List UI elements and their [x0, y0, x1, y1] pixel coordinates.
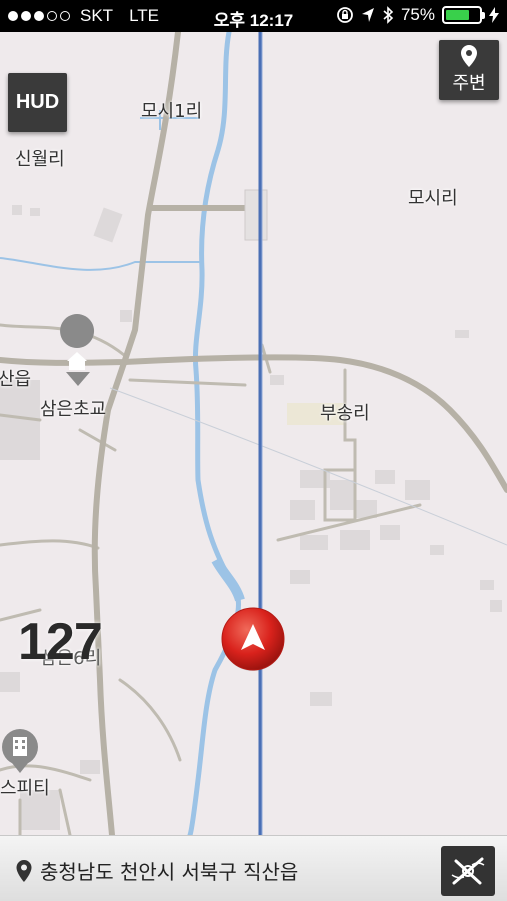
map-view[interactable]: 모시1리 신월리 모시리 산읍 삼은초교 부송리 삼은6리 스피티	[0, 32, 507, 835]
hud-button[interactable]: HUD	[8, 73, 67, 132]
location-arrow-icon	[361, 8, 374, 22]
route-tools-icon	[451, 857, 485, 885]
map-label: 부송리	[320, 403, 370, 424]
battery-icon	[442, 6, 485, 24]
current-address[interactable]: 충청남도 천안시 서북구 직산읍	[16, 856, 298, 885]
status-right: 75%	[336, 5, 499, 25]
map-label: 스피티	[0, 778, 50, 799]
map-label: 모시1리	[141, 101, 203, 122]
map-label: 산읍	[0, 369, 32, 390]
battery-fill	[446, 10, 469, 20]
rotation-lock-icon	[337, 7, 353, 23]
charging-bolt-icon	[489, 7, 499, 23]
nearby-button-label: 주변	[452, 73, 486, 94]
battery-percent: 75%	[400, 5, 435, 24]
map-canvas[interactable]	[0, 32, 507, 835]
map-label: 모시리	[408, 188, 458, 209]
bluetooth-icon	[383, 6, 394, 24]
speed-readout: 127	[18, 613, 103, 671]
map-label: 삼은초교	[40, 399, 107, 420]
route-tools-button[interactable]	[441, 846, 495, 896]
address-text: 충청남도 천안시 서북구 직산읍	[40, 860, 299, 884]
school-icon[interactable]	[60, 314, 95, 386]
map-label: 신월리	[15, 149, 65, 170]
address-bar: 충청남도 천안시 서북구 직산읍	[0, 835, 507, 901]
current-location-marker	[221, 607, 285, 671]
status-bar: SKT LTE 오후 12:17 75%	[0, 0, 507, 32]
hud-button-label: HUD	[15, 91, 60, 113]
location-pin-icon	[461, 45, 477, 67]
nearby-button[interactable]: 주변	[439, 40, 499, 100]
location-pin-icon	[16, 859, 32, 882]
